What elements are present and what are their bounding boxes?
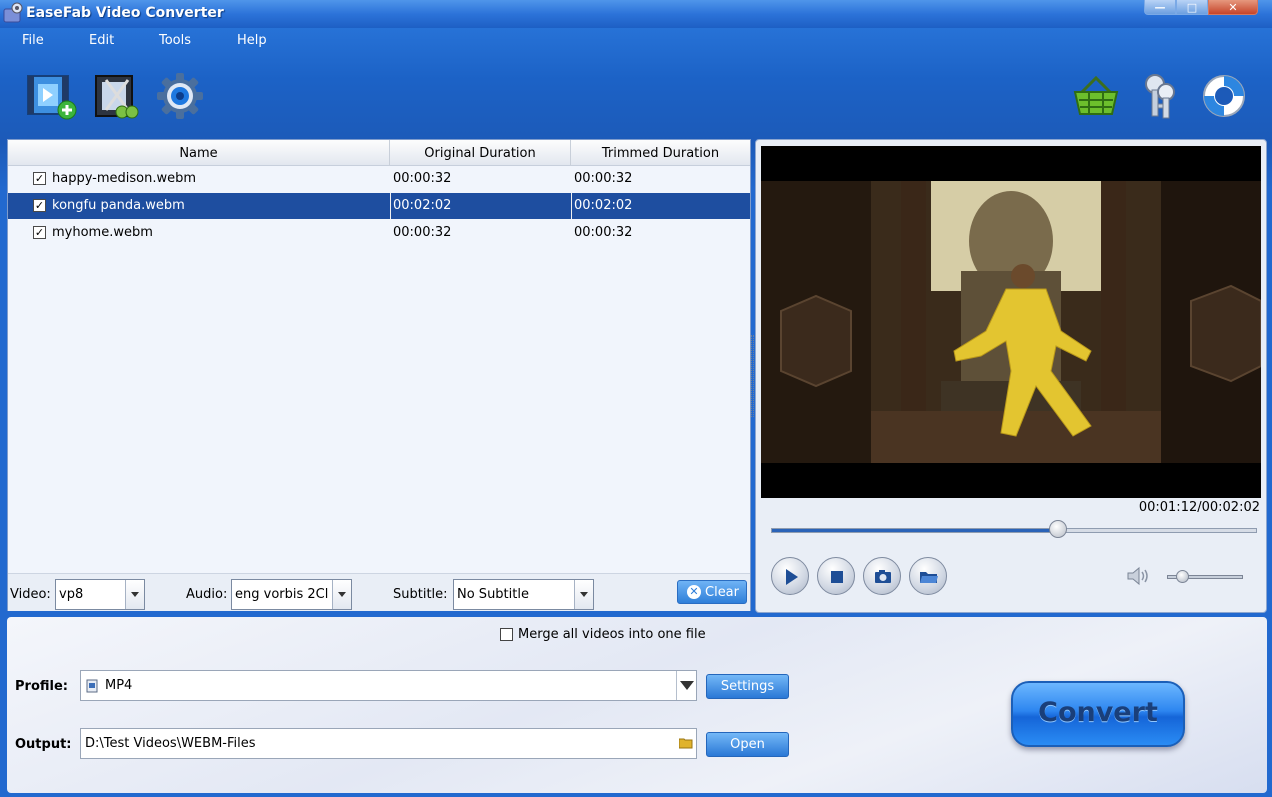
video-track-select[interactable]: vp8 [55, 579, 145, 610]
output-label: Output: [15, 737, 72, 752]
trimmed-duration: 00:00:32 [574, 171, 633, 186]
chevron-down-icon[interactable] [125, 580, 144, 609]
window-title: EaseFab Video Converter [26, 5, 224, 21]
play-button[interactable] [771, 557, 809, 595]
file-list-panel: Name Original Duration Trimmed Duration … [7, 139, 751, 611]
merge-label: Merge all videos into one file [518, 627, 706, 642]
snapshot-button[interactable] [863, 557, 901, 595]
track-selector-bar: Video: vp8 Audio: eng vorbis 2Cl Subtitl… [8, 573, 750, 611]
column-trimmed-duration-header[interactable]: Trimmed Duration [571, 140, 750, 166]
volume-speaker-icon[interactable] [1126, 565, 1152, 587]
merge-checkbox[interactable] [500, 628, 513, 641]
app-window: EaseFab Video Converter — □ ✕ File Edit … [0, 0, 1272, 797]
subtitle-select[interactable]: No Subtitle [453, 579, 594, 610]
open-folder-button[interactable] [909, 557, 947, 595]
subtitle-value: No Subtitle [457, 587, 529, 602]
kungfu-scene-image [761, 181, 1261, 463]
profile-select[interactable]: MP4 [80, 670, 697, 701]
video-track-label: Video: [10, 587, 51, 602]
seek-slider-thumb[interactable] [1049, 520, 1067, 538]
file-checkbox[interactable]: ✓ [33, 199, 46, 212]
file-row[interactable]: ✓ happy-medison.webm 00:00:32 00:00:32 [8, 166, 750, 192]
clear-button[interactable]: ✕ Clear [677, 580, 747, 604]
file-name: happy-medison.webm [52, 171, 197, 186]
output-path-value: D:\Test Videos\WEBM-Files [85, 736, 256, 751]
menu-file[interactable]: File [22, 33, 44, 48]
playback-time-display: 00:01:12/00:02:02 [1138, 500, 1260, 515]
stop-icon [831, 571, 843, 583]
file-name: kongfu panda.webm [52, 198, 185, 213]
trimmed-duration: 00:02:02 [574, 198, 633, 213]
maximize-icon: □ [1186, 0, 1198, 14]
app-logo-icon [3, 2, 23, 23]
add-video-icon[interactable] [25, 70, 77, 122]
file-name: myhome.webm [52, 225, 153, 240]
chevron-down-icon[interactable] [332, 580, 351, 609]
video-preview-screen[interactable] [761, 146, 1261, 498]
audio-track-select[interactable]: eng vorbis 2Cl [231, 579, 352, 610]
title-bar: EaseFab Video Converter — □ ✕ [0, 0, 1272, 28]
volume-slider-thumb[interactable] [1176, 570, 1189, 583]
register-keys-icon[interactable] [1135, 70, 1187, 122]
column-divider [571, 193, 572, 219]
settings-gear-icon[interactable] [154, 70, 206, 122]
original-duration: 00:00:32 [393, 171, 452, 186]
help-lifebuoy-icon[interactable] [1198, 70, 1250, 122]
close-button[interactable]: ✕ [1208, 0, 1258, 15]
close-icon: ✕ [1228, 0, 1238, 14]
subtitle-label: Subtitle: [393, 587, 448, 602]
original-duration: 00:02:02 [393, 198, 452, 213]
trimmed-duration: 00:00:32 [574, 225, 633, 240]
convert-button[interactable]: Convert [1011, 681, 1185, 747]
shopping-basket-icon[interactable] [1070, 70, 1122, 122]
file-checkbox[interactable]: ✓ [33, 226, 46, 239]
snapshot-camera-icon [875, 570, 891, 583]
stop-button[interactable] [817, 557, 855, 595]
output-path-field[interactable]: D:\Test Videos\WEBM-Files [80, 728, 697, 759]
video-track-value: vp8 [59, 587, 84, 602]
browse-folder-icon[interactable] [679, 737, 693, 749]
column-name-header[interactable]: Name [8, 140, 390, 166]
chevron-down-icon[interactable] [574, 580, 593, 609]
video-frame-image [761, 181, 1261, 463]
menu-edit[interactable]: Edit [89, 33, 114, 48]
profile-label: Profile: [15, 679, 68, 694]
preview-panel: 00:01:12/00:02:02 [755, 139, 1267, 613]
column-original-duration-header[interactable]: Original Duration [390, 140, 571, 166]
output-settings-area: Merge all videos into one file Profile: … [7, 617, 1267, 793]
play-icon [786, 569, 798, 585]
panel-splitter-handle[interactable] [751, 335, 754, 417]
audio-track-value: eng vorbis 2Cl [235, 587, 329, 602]
menu-help[interactable]: Help [237, 33, 267, 48]
column-divider [390, 193, 391, 219]
minimize-button[interactable]: — [1144, 0, 1176, 15]
settings-button[interactable]: Settings [706, 674, 789, 699]
profile-value: MP4 [105, 678, 133, 693]
seek-bar[interactable] [771, 528, 1257, 533]
original-duration: 00:00:32 [393, 225, 452, 240]
minimize-icon: — [1154, 0, 1166, 14]
open-folder-icon [920, 572, 938, 583]
clear-button-label: Clear [705, 585, 739, 600]
maximize-button[interactable]: □ [1176, 0, 1208, 15]
file-checkbox[interactable]: ✓ [33, 172, 46, 185]
profile-file-icon [86, 679, 98, 693]
file-row[interactable]: ✓ myhome.webm 00:00:32 00:00:32 [8, 220, 750, 246]
open-output-button[interactable]: Open [706, 732, 789, 757]
menu-bar: File Edit Tools Help [0, 28, 1272, 54]
file-row-selected[interactable]: ✓ kongfu panda.webm 00:02:02 00:02:02 [8, 193, 750, 219]
file-list-header: Name Original Duration Trimmed Duration [8, 140, 750, 166]
clear-icon: ✕ [687, 585, 701, 599]
audio-track-label: Audio: [186, 587, 228, 602]
edit-video-icon[interactable] [92, 70, 144, 122]
seek-progress-fill [772, 529, 1059, 532]
chevron-down-icon[interactable] [676, 671, 696, 700]
menu-tools[interactable]: Tools [159, 33, 191, 48]
